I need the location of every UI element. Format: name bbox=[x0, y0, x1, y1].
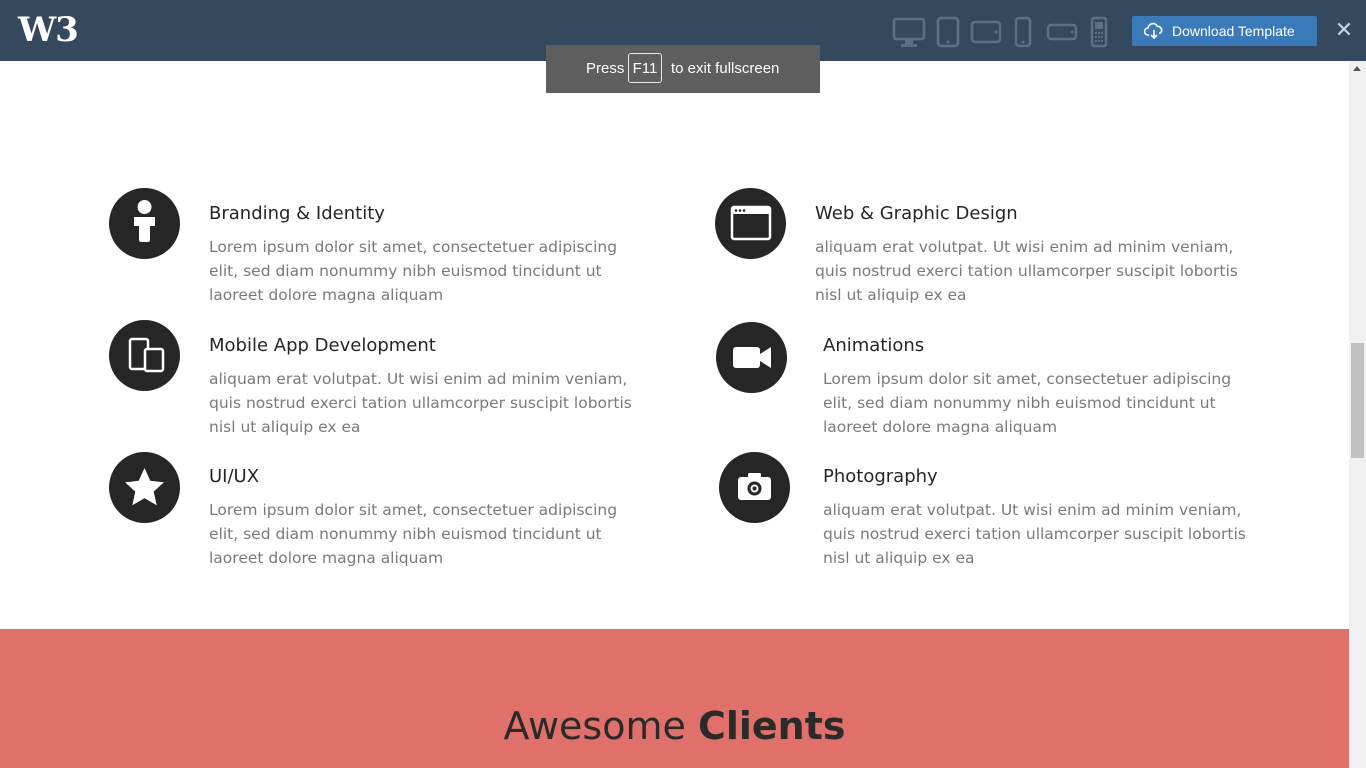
star-icon bbox=[125, 468, 164, 506]
feature-phone-icon[interactable] bbox=[1089, 16, 1109, 48]
service-icon-circle bbox=[716, 322, 787, 393]
fullscreen-notice-prefix: Press bbox=[586, 60, 625, 77]
devices-icon bbox=[128, 337, 165, 373]
scroll-up-arrow-icon[interactable] bbox=[1353, 66, 1361, 71]
fullscreen-notice: Press F11 to exit fullscreen bbox=[546, 45, 820, 93]
service-description: Lorem ipsum dolor sit amet, consectetuer… bbox=[209, 238, 618, 304]
service-description: Lorem ipsum dolor sit amet, consectetuer… bbox=[209, 501, 618, 567]
download-template-button[interactable]: Download Template bbox=[1132, 16, 1317, 46]
site-logo[interactable]: W3 bbox=[18, 10, 79, 50]
clients-heading-light: Awesome bbox=[503, 704, 686, 748]
close-icon[interactable]: ✕ bbox=[1333, 17, 1355, 45]
fullscreen-key: F11 bbox=[628, 53, 662, 83]
tablet-landscape-icon[interactable] bbox=[970, 16, 1002, 48]
service-title: Animations bbox=[823, 335, 925, 356]
service-title: UI/UX bbox=[209, 466, 260, 487]
person-icon bbox=[134, 200, 155, 242]
browser-window-icon bbox=[730, 205, 772, 241]
service-icon-circle bbox=[109, 320, 180, 391]
service-title: Mobile App Development bbox=[209, 335, 436, 356]
service-icon-circle bbox=[109, 452, 180, 523]
service-description: aliquam erat volutpat. Ut wisi enim ad m… bbox=[823, 501, 1246, 567]
service-icon-circle bbox=[109, 188, 180, 259]
clients-heading: Awesome Clients bbox=[0, 704, 1349, 748]
service-description: aliquam erat volutpat. Ut wisi enim ad m… bbox=[815, 238, 1238, 304]
service-description: aliquam erat volutpat. Ut wisi enim ad m… bbox=[209, 370, 632, 436]
service-title: Web & Graphic Design bbox=[815, 203, 1018, 224]
fullscreen-notice-suffix: to exit fullscreen bbox=[671, 60, 780, 77]
video-camera-icon bbox=[733, 347, 771, 368]
service-icon-circle bbox=[719, 452, 790, 523]
service-description: Lorem ipsum dolor sit amet, consectetuer… bbox=[823, 370, 1232, 436]
service-title: Photography bbox=[823, 466, 938, 487]
service-title: Branding & Identity bbox=[209, 203, 385, 224]
cloud-download-icon bbox=[1144, 22, 1163, 40]
desktop-icon[interactable] bbox=[892, 16, 926, 48]
phone-landscape-icon[interactable] bbox=[1046, 16, 1078, 48]
clients-heading-bold: Clients bbox=[697, 704, 846, 748]
service-icon-circle bbox=[715, 188, 786, 259]
scrollbar-thumb[interactable] bbox=[1351, 343, 1364, 458]
camera-icon bbox=[738, 473, 771, 500]
tablet-portrait-icon[interactable] bbox=[936, 16, 960, 48]
phone-portrait-icon[interactable] bbox=[1013, 16, 1033, 48]
download-template-label: Download Template bbox=[1172, 23, 1295, 39]
clients-section: Awesome Clients bbox=[0, 629, 1349, 768]
